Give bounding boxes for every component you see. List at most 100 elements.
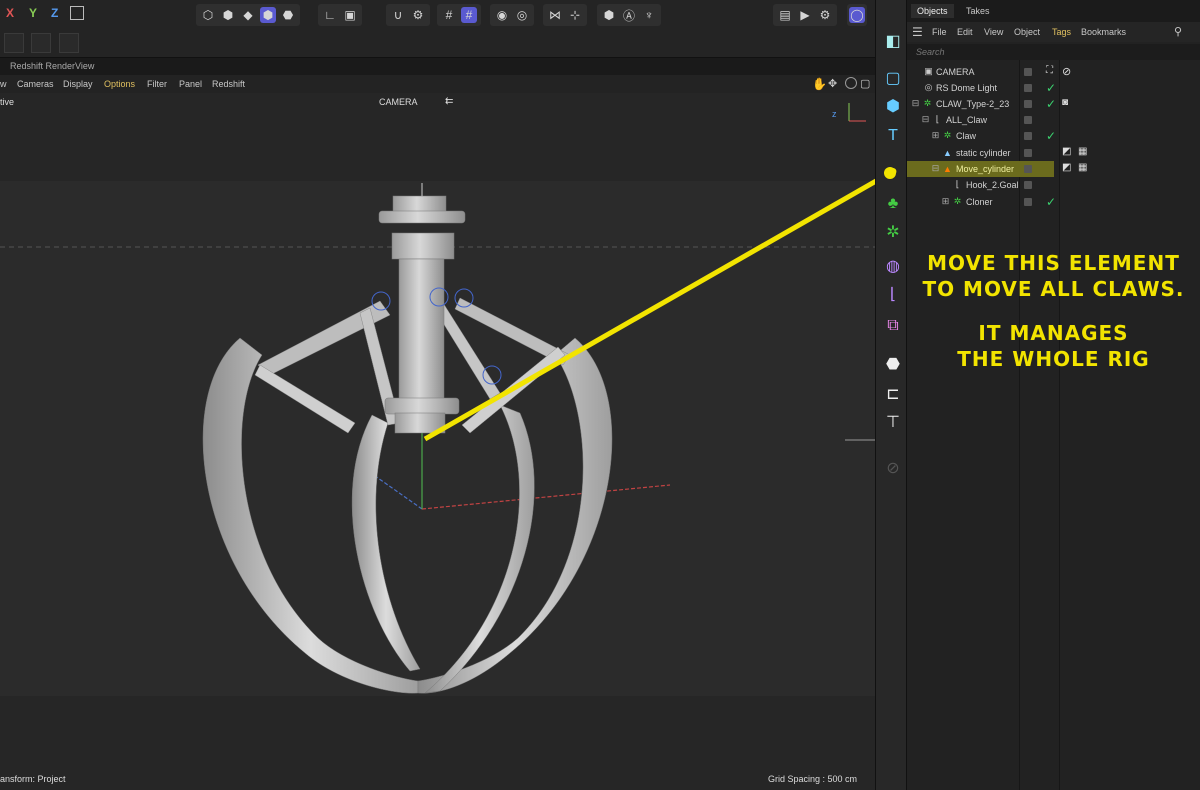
object-row-claw-type[interactable]: ⊟ ✲ CLAW_Type-2_23 ✓ ◙	[907, 96, 1200, 112]
z-axis-lock-button[interactable]: Z	[51, 6, 58, 20]
material-tag-icon[interactable]: ◙	[1062, 97, 1068, 108]
asset-browser-icon[interactable]: Ⓐ	[621, 7, 637, 23]
object-row-cloner[interactable]: ⊞ ✲ Cloner ✓	[907, 194, 1200, 210]
collapse-icon[interactable]: ⊟	[920, 114, 931, 125]
magnet-icon[interactable]: ∪	[390, 7, 406, 23]
model-mode-icon[interactable]: ⬢	[260, 7, 276, 23]
guide-icon[interactable]: ⊹	[567, 7, 583, 23]
render-view-icon[interactable]: ▤	[777, 7, 793, 23]
texture-tag-icon[interactable]: ▦	[1078, 162, 1087, 173]
create-text-icon[interactable]: T	[881, 124, 905, 148]
camera-create-icon[interactable]: ⊏	[881, 382, 905, 406]
plugin-icon[interactable]: ♆	[641, 7, 657, 23]
collapse-icon[interactable]: ⊟	[910, 98, 921, 109]
y-axis-lock-button[interactable]: Y	[29, 6, 37, 20]
menu-panel[interactable]: Panel	[179, 79, 202, 89]
scene-icon[interactable]: ⬣	[881, 352, 905, 376]
object-row-move-cylinder[interactable]: ⊟ ▲ Move_cylinder	[907, 161, 1054, 177]
light-icon: ◎	[924, 82, 933, 92]
tab-takes[interactable]: Takes	[960, 4, 996, 18]
deformer-icon[interactable]: ◍	[881, 254, 905, 278]
solo-off-icon[interactable]: ◉	[494, 7, 510, 23]
object-row-rs-dome-light[interactable]: ◎ RS Dome Light ✓	[907, 80, 1200, 96]
search-icon[interactable]: ⚲	[1174, 25, 1182, 38]
visibility-dot[interactable]	[1024, 165, 1032, 173]
object-row-hook-goal[interactable]: ⌊ Hook_2.Goal	[907, 177, 1200, 193]
visibility-dot[interactable]	[1024, 149, 1032, 157]
axis-mode-icon[interactable]: ∟	[322, 7, 338, 23]
om-menu-file[interactable]: File	[932, 27, 947, 37]
create-null-icon[interactable]: ◧	[881, 29, 905, 53]
volume-icon[interactable]: ⧉	[881, 314, 905, 338]
expand-icon[interactable]: ⊞	[940, 196, 951, 207]
snap-icon[interactable]: #	[441, 7, 457, 23]
visibility-dot[interactable]	[1024, 198, 1032, 206]
collapse-icon[interactable]: ⊟	[930, 163, 941, 174]
mograph-icon[interactable]: ♣	[881, 192, 905, 216]
renderview-title: Redshift RenderView	[10, 61, 95, 71]
grid-snap-icon[interactable]: #	[461, 7, 477, 23]
pan-hand-icon[interactable]: ✋	[812, 77, 827, 91]
om-menu-object[interactable]: Object	[1014, 27, 1040, 37]
hamburger-menu-icon[interactable]: ☰	[912, 25, 923, 39]
menu-options[interactable]: Options	[104, 79, 135, 89]
texture-mode-icon[interactable]: ⬣	[280, 7, 296, 23]
move-view-icon[interactable]: ✥	[828, 77, 837, 90]
field-icon[interactable]: ⌊	[881, 282, 905, 306]
maximize-view-icon[interactable]: ▢	[860, 77, 870, 90]
enabled-check-icon[interactable]: ✓	[1046, 97, 1056, 111]
solo-icon[interactable]: ◎	[514, 7, 530, 23]
enabled-check-icon[interactable]: ✓	[1046, 81, 1056, 95]
render-to-picture-viewer-icon[interactable]: ▶	[797, 7, 813, 23]
menu-cameras[interactable]: Cameras	[17, 79, 54, 89]
cloner-icon[interactable]: ✲	[881, 220, 905, 244]
uvw-tag-icon[interactable]: ◩	[1062, 162, 1071, 173]
expand-icon[interactable]: ⊞	[930, 130, 941, 141]
camera-tag-icon[interactable]: ⛶	[1046, 65, 1053, 76]
visibility-dot[interactable]	[1024, 84, 1032, 92]
om-menu-tags[interactable]: Tags	[1052, 27, 1071, 37]
redshift-ipr-icon[interactable]: ◯	[849, 7, 865, 23]
tab-objects[interactable]: Objects	[911, 4, 954, 18]
edges-mode-icon[interactable]: ⬢	[220, 7, 236, 23]
menu-display[interactable]: Display	[63, 79, 93, 89]
enabled-check-icon[interactable]: ✓	[1046, 129, 1056, 143]
object-row-claw[interactable]: ⊞ ✲ Claw ✓	[907, 128, 1200, 144]
menu-filter[interactable]: Filter	[147, 79, 167, 89]
om-menu-view[interactable]: View	[984, 27, 1003, 37]
symmetry-icon[interactable]: ⋈	[547, 7, 563, 23]
secondary-toolbar	[0, 30, 875, 57]
visibility-dot[interactable]	[1024, 132, 1032, 140]
texture-tag-icon[interactable]: ▦	[1078, 146, 1087, 157]
viewport-scene	[0, 103, 875, 694]
rotate-view-icon[interactable]	[845, 77, 857, 89]
om-menu-bookmarks[interactable]: Bookmarks	[1081, 27, 1126, 37]
menu-view[interactable]: w	[0, 79, 7, 89]
protection-tag-icon[interactable]: ⊘	[1062, 65, 1071, 78]
uvw-tag-icon[interactable]: ◩	[1062, 146, 1071, 157]
create-cube-icon[interactable]: ⬢	[881, 94, 905, 118]
om-menu-edit[interactable]: Edit	[957, 27, 973, 37]
object-search-input[interactable]: Search	[907, 44, 1200, 60]
object-row-all-claw[interactable]: ⊟ ⌊ ALL_Claw	[907, 112, 1200, 128]
visibility-dot[interactable]	[1024, 100, 1032, 108]
tweak-icon[interactable]: ⚙	[410, 7, 426, 23]
3d-viewport[interactable]: tive CAMERA ⇇ z ansform: Project Grid Sp…	[0, 93, 875, 790]
enabled-check-icon[interactable]: ✓	[1046, 195, 1056, 209]
object-row-static-cylinder[interactable]: ▲ static cylinder ◩ ▦	[907, 145, 1200, 161]
render-settings-icon[interactable]: ⚙	[817, 7, 833, 23]
visibility-dot[interactable]	[1024, 68, 1032, 76]
create-spline-icon[interactable]: ▢	[881, 66, 905, 90]
x-axis-lock-button[interactable]: X	[6, 6, 14, 20]
snapping-toolbar-group: # #	[437, 4, 481, 26]
workplane-icon[interactable]: ▣	[342, 7, 358, 23]
object-row-camera[interactable]: ▣ CAMERA ⛶ ⊘	[907, 64, 1200, 80]
visibility-dot[interactable]	[1024, 116, 1032, 124]
points-mode-icon[interactable]: ⬡	[200, 7, 216, 23]
menu-redshift[interactable]: Redshift	[212, 79, 245, 89]
polygons-mode-icon[interactable]: ◆	[240, 7, 256, 23]
coordinate-system-icon[interactable]	[70, 6, 84, 20]
light-create-icon[interactable]: ⊤	[881, 410, 905, 434]
lock-icon[interactable]: ⬢	[601, 7, 617, 23]
visibility-dot[interactable]	[1024, 181, 1032, 189]
